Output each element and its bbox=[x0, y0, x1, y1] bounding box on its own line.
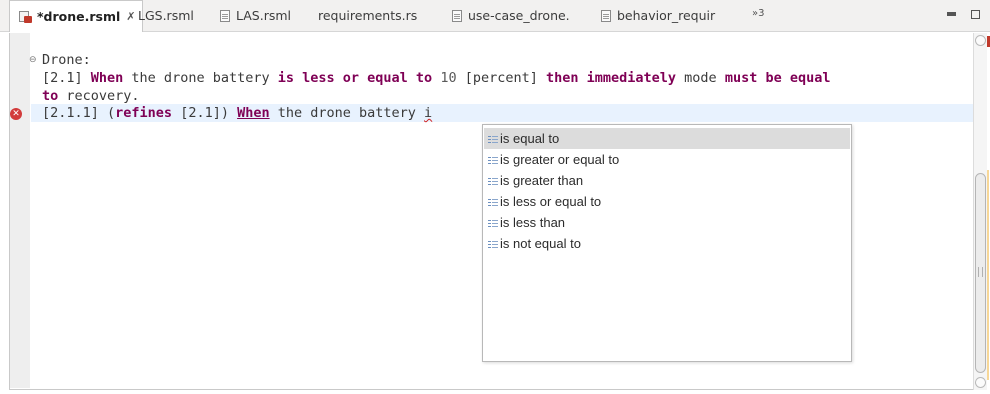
text: [2.1]) bbox=[172, 105, 238, 121]
requirement-id: [2.1] bbox=[42, 70, 91, 86]
code-line-1: Drone: bbox=[42, 51, 91, 69]
tab-overflow-button[interactable]: »3 bbox=[752, 8, 764, 19]
completion-item[interactable]: is less or equal to bbox=[484, 191, 850, 212]
tab-label: behavior_requir bbox=[617, 8, 716, 23]
proposal-icon bbox=[488, 198, 498, 207]
tab-label: use-case_drone. bbox=[468, 8, 570, 23]
fold-collapse-icon[interactable]: ⊖ bbox=[29, 55, 37, 65]
rsml-file-icon bbox=[18, 10, 32, 23]
file-icon bbox=[601, 9, 611, 22]
completion-label: is not equal to bbox=[500, 236, 581, 251]
section-heading: Drone: bbox=[42, 52, 91, 68]
scroll-grip bbox=[978, 267, 983, 277]
file-icon bbox=[220, 9, 230, 22]
text: the drone battery bbox=[269, 105, 425, 121]
minimize-icon[interactable] bbox=[947, 12, 956, 16]
number-literal: 10 bbox=[440, 70, 457, 86]
code-line-3: to recovery. bbox=[42, 87, 140, 105]
text: the drone battery bbox=[123, 70, 278, 86]
completion-item[interactable]: is greater than bbox=[484, 170, 850, 191]
completion-item[interactable]: is greater or equal to bbox=[484, 149, 850, 170]
proposal-icon bbox=[488, 219, 498, 228]
tab-label: LGS.rsml bbox=[138, 8, 194, 23]
completion-item[interactable]: is equal to bbox=[484, 128, 850, 149]
tab-behavior-requir[interactable]: behavior_requir bbox=[601, 0, 715, 31]
text: recovery. bbox=[58, 88, 140, 104]
keyword: When bbox=[90, 70, 124, 86]
code-line-4: [2.1.1] (refines [2.1]) When the drone b… bbox=[42, 104, 432, 122]
keyword: is less or equal to bbox=[277, 70, 433, 86]
completion-label: is less or equal to bbox=[500, 194, 602, 209]
annotation-ruler bbox=[10, 33, 30, 388]
requirement-id: [2.1.1] ( bbox=[42, 105, 116, 121]
tab-label: LAS.rsml bbox=[236, 8, 292, 23]
overview-ruler bbox=[987, 170, 989, 380]
completion-label: is greater or equal to bbox=[500, 152, 620, 167]
text: mode bbox=[676, 70, 725, 86]
tab-requirements-rs[interactable]: requirements.rs bbox=[318, 0, 417, 31]
proposal-icon bbox=[488, 177, 498, 186]
keyword: refines bbox=[115, 105, 173, 121]
vertical-scrollbar[interactable] bbox=[973, 33, 987, 390]
tab-label: *drone.rsml bbox=[37, 9, 121, 24]
completion-label: is equal to bbox=[500, 131, 560, 146]
tab-use-case-drone[interactable]: use-case_drone. bbox=[452, 0, 570, 31]
unit: [percent] bbox=[456, 70, 546, 86]
error-token: i bbox=[424, 105, 433, 121]
scroll-up-icon[interactable] bbox=[975, 35, 986, 46]
completion-item[interactable]: is not equal to bbox=[484, 233, 850, 254]
error-marker-icon[interactable]: ✕ bbox=[10, 108, 22, 120]
keyword: to bbox=[42, 88, 59, 104]
keyword: must be equal bbox=[724, 70, 831, 86]
content-assist-popup: is equal to is greater or equal to is gr… bbox=[482, 124, 852, 362]
completion-item[interactable]: is less than bbox=[484, 212, 850, 233]
tab-las-rsml[interactable]: LAS.rsml bbox=[220, 0, 291, 31]
completion-label: is greater than bbox=[500, 173, 584, 188]
completion-label: is less than bbox=[500, 215, 566, 230]
editor-tab-bar: *drone.rsml ✗ LGS.rsml LAS.rsml requirem… bbox=[0, 0, 990, 32]
keyword-link[interactable]: When bbox=[237, 105, 270, 121]
tab-lgs-rsml[interactable]: LGS.rsml bbox=[138, 0, 194, 31]
keyword: then immediately bbox=[545, 70, 677, 86]
tab-label: requirements.rs bbox=[318, 8, 418, 23]
tab-drone-rsml[interactable]: *drone.rsml ✗ bbox=[9, 0, 143, 32]
scroll-down-icon[interactable] bbox=[975, 377, 986, 388]
proposal-icon bbox=[488, 240, 498, 249]
code-line-2: [2.1] When the drone battery is less or … bbox=[42, 69, 830, 87]
maximize-icon[interactable] bbox=[971, 10, 980, 19]
close-tab-icon[interactable]: ✗ bbox=[126, 10, 135, 23]
proposal-icon bbox=[488, 135, 498, 144]
file-icon bbox=[452, 9, 462, 22]
proposal-icon bbox=[488, 156, 498, 165]
